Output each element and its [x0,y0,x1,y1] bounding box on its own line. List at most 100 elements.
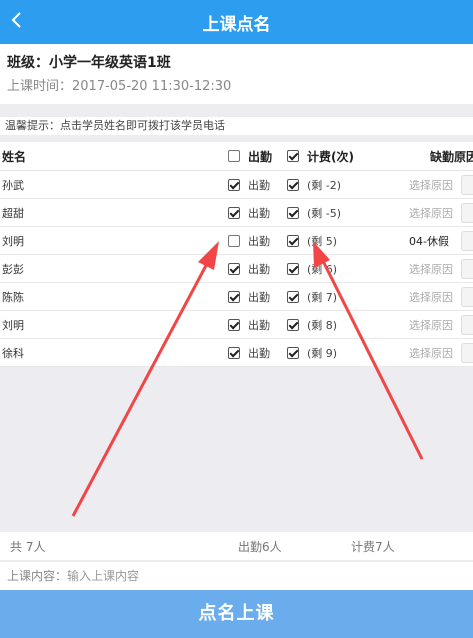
fee-remaining: (剩 5) [307,234,338,248]
page-title: 上课点名 [202,15,271,35]
fee-remaining: (剩 -5) [307,206,342,220]
reason-select-value: 04-休假 [409,234,449,248]
student-name[interactable]: 超甜 [2,199,24,226]
lesson-content-field[interactable]: 上课内容：输入上课内容 [0,562,473,590]
select-all-fee-checkbox[interactable] [287,150,299,162]
attendance-checkbox[interactable] [228,346,240,359]
fee-cell[interactable]: (剩 -2) [287,171,341,198]
fee-remaining: (剩 7) [307,290,338,304]
tip-text: 温馨提示：点击学员姓名即可拨打该学员电话 [0,117,473,135]
table-row: 彭彭 出勤 (剩 6) 选择原因 [0,255,473,283]
select-all-attendance-checkbox[interactable] [228,150,240,162]
submit-roll-call-button[interactable]: 点名上课 [0,590,473,638]
reason-cell: 选择原因 [409,199,473,226]
fee-cell[interactable]: (剩 5) [287,227,337,254]
fee-cell[interactable]: (剩 6) [287,255,337,282]
dropdown-icon[interactable] [461,202,473,223]
reason-select-value: 选择原因 [409,262,453,276]
student-name[interactable]: 孙武 [2,171,24,198]
summary-present: 出勤6人 [238,540,282,554]
student-name[interactable]: 徐科 [2,339,24,366]
fee-checkbox[interactable] [287,262,299,275]
attendance-cell[interactable]: 出勤 [228,255,270,282]
attendance-checkbox[interactable] [228,262,240,275]
attendance-cell[interactable]: 出勤 [228,311,270,338]
attendance-cell[interactable]: 出勤 [228,199,270,226]
header-name: 姓名 [2,149,27,164]
attendance-checkbox[interactable] [228,318,240,331]
fee-cell[interactable]: (剩 9) [287,339,337,366]
attendance-label: 出勤 [248,262,270,276]
table-row: 陈陈 出勤 (剩 7) 选择原因 [0,283,473,311]
lesson-content-input[interactable]: 输入上课内容 [67,569,139,583]
reason-select[interactable]: 选择原因 [409,258,473,279]
fee-checkbox[interactable] [287,178,299,191]
reason-select[interactable]: 选择原因 [409,174,473,195]
fee-cell[interactable]: (剩 -5) [287,199,341,226]
reason-cell: 04-休假 [409,227,473,254]
lesson-content-label: 上课内容： [7,569,68,583]
reason-select-value: 选择原因 [409,178,453,192]
attendance-checkbox[interactable] [228,206,240,219]
student-name[interactable]: 刘明 [2,227,24,254]
attendance-checkbox[interactable] [228,234,240,247]
fee-remaining: (剩 6) [307,262,338,276]
attendance-checkbox[interactable] [228,178,240,191]
dropdown-icon[interactable] [461,314,473,335]
attendance-label: 出勤 [248,318,270,332]
attendance-checkbox[interactable] [228,290,240,303]
reason-select[interactable]: 04-休假 [409,230,473,251]
table-body: 孙武 出勤 (剩 -2) 选择原因 超甜 出勤 (剩 -5) 选择原因 刘明 出勤 (剩 5) 04-… [0,171,473,367]
student-name[interactable]: 陈陈 [2,283,24,310]
reason-select[interactable]: 选择原因 [409,314,473,335]
attendance-label: 出勤 [248,346,270,360]
fee-cell[interactable]: (剩 8) [287,311,337,338]
table-row: 超甜 出勤 (剩 -5) 选择原因 [0,199,473,227]
fee-checkbox[interactable] [287,234,299,247]
fee-cell[interactable]: (剩 7) [287,283,337,310]
class-name: 班级：小学一年级英语1班 [7,55,171,71]
reason-select[interactable]: 选择原因 [409,286,473,307]
attendance-label: 出勤 [248,234,270,248]
attendance-cell[interactable]: 出勤 [228,339,270,366]
attendance-label: 出勤 [248,178,270,192]
header-attendance[interactable]: 出勤 [228,142,272,170]
dropdown-icon[interactable] [461,258,473,279]
reason-cell: 选择原因 [409,339,473,366]
attendance-cell[interactable]: 出勤 [228,283,270,310]
summary-total: 共 7人 [10,540,46,554]
fee-checkbox[interactable] [287,318,299,331]
reason-cell: 选择原因 [409,255,473,282]
reason-select-value: 选择原因 [409,290,453,304]
header-fee[interactable]: 计费(次) [287,142,354,170]
fee-checkbox[interactable] [287,206,299,219]
class-info-panel: 班级：小学一年级英语1班 上课时间：2017-05-20 11:30-12:30 [0,44,473,104]
table-row: 刘明 出勤 (剩 8) 选择原因 [0,311,473,339]
header-reason: 缺勤原因 [430,149,473,164]
dropdown-icon[interactable] [461,286,473,307]
student-name[interactable]: 刘明 [2,311,24,338]
header-fee-label: 计费(次) [307,149,354,164]
table-header: 姓名 出勤 计费(次) 缺勤原因 [0,142,473,171]
fee-remaining: (剩 9) [307,346,338,360]
dropdown-icon[interactable] [461,174,473,195]
attendance-cell[interactable]: 出勤 [228,227,270,254]
student-name[interactable]: 彭彭 [2,255,24,282]
fee-checkbox[interactable] [287,346,299,359]
reason-select-value: 选择原因 [409,206,453,220]
reason-cell: 选择原因 [409,171,473,198]
table-row: 徐科 出勤 (剩 9) 选择原因 [0,339,473,367]
reason-select[interactable]: 选择原因 [409,342,473,363]
dropdown-icon[interactable] [461,342,473,363]
reason-select[interactable]: 选择原因 [409,202,473,223]
attendance-label: 出勤 [248,206,270,220]
reason-select-value: 选择原因 [409,346,453,360]
table-row: 孙武 出勤 (剩 -2) 选择原因 [0,171,473,199]
summary-bar: 共 7人 出勤6人 计费7人 [0,532,473,560]
attendance-cell[interactable]: 出勤 [228,171,270,198]
header-attendance-label: 出勤 [248,149,273,164]
fee-checkbox[interactable] [287,290,299,303]
dropdown-icon[interactable] [461,230,473,251]
attendance-table: 姓名 出勤 计费(次) 缺勤原因 孙武 出勤 (剩 -2) 选择原因 超甜 出勤 (剩 -5… [0,142,473,367]
fee-remaining: (剩 8) [307,318,338,332]
